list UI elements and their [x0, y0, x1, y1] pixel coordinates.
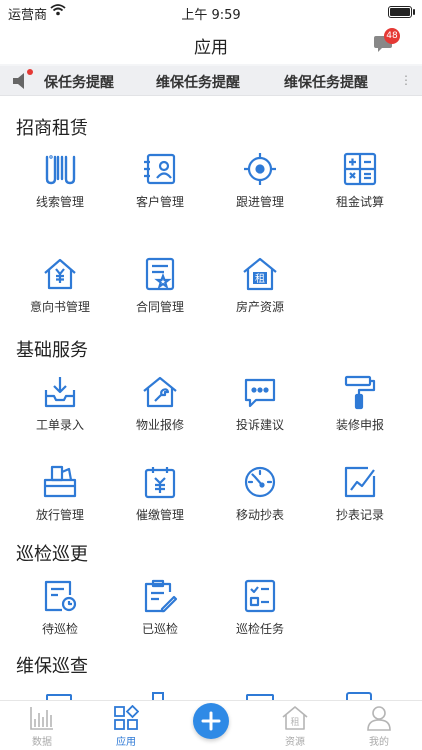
app-label: 装修申报 [335, 418, 384, 432]
app-pending-inspection[interactable]: 待巡检 [10, 578, 110, 637]
app-label: 房产资源 [235, 300, 284, 314]
app-follow-up[interactable]: 跟进管理 [210, 151, 310, 210]
app-label: 跟进管理 [235, 195, 284, 209]
app-intent-letter[interactable]: 意向书管理 [10, 256, 110, 315]
battery-tip [413, 9, 415, 15]
message-badge: 48 [384, 28, 400, 44]
chart-edit-icon [342, 464, 378, 500]
tab-label: 资源 [285, 737, 305, 748]
add-button[interactable] [193, 703, 229, 739]
app-completed-inspection[interactable]: 已巡检 [110, 578, 210, 637]
app-label: 投诉建议 [235, 418, 284, 432]
app-label: 待巡检 [41, 622, 78, 636]
app-label: 放行管理 [35, 508, 84, 522]
checklist-icon [242, 578, 278, 614]
notice-item: 维保任务提醒 [284, 75, 368, 91]
app-label: 巡检任务 [235, 622, 284, 636]
app-complaint[interactable]: 投诉建议 [210, 374, 310, 433]
app-label: 工单录入 [35, 418, 84, 432]
calculator-icon [342, 151, 378, 187]
bar-chart-icon [29, 705, 55, 731]
tab-label: 数据 [32, 737, 52, 748]
tab-resources[interactable]: 租 资源 [260, 703, 330, 748]
notice-item: 保任务提醒 [44, 75, 114, 91]
app-meter-reading[interactable]: 移动抄表 [210, 464, 310, 523]
clock-label: 上午 9:59 [181, 8, 241, 23]
tab-label: 我的 [369, 737, 389, 748]
repair-house-icon [142, 374, 178, 410]
app-lead-management[interactable]: 线索管理 [10, 151, 110, 210]
section-title-inspection: 巡检巡更 [16, 544, 88, 565]
rent-house-icon: 租 [242, 256, 278, 292]
nav-bar: 应用 [0, 24, 422, 64]
maintenance-icon-partial [346, 692, 372, 700]
box-icon [42, 464, 78, 500]
app-payment-reminder[interactable]: 催缴管理 [110, 464, 210, 523]
plus-icon [201, 711, 221, 731]
tab-apps[interactable]: 应用 [91, 703, 161, 748]
apps-grid-icon [113, 704, 140, 731]
lead-icon [42, 151, 78, 187]
page-title: 应用 [194, 38, 228, 58]
maintenance-icon-partial [152, 692, 164, 700]
status-bar: 运营商 上午 9:59 [0, 0, 422, 24]
person-icon [366, 705, 392, 731]
chat-icon [242, 374, 278, 410]
app-repair[interactable]: 物业报修 [110, 374, 210, 433]
notice-bar[interactable]: 保任务提醒 维保任务提醒 维保任务提醒 ⋮ [0, 66, 422, 96]
customer-icon [142, 151, 178, 187]
notice-item: 维保任务提醒 [156, 75, 240, 91]
tab-data[interactable]: 数据 [7, 703, 77, 748]
app-grid: 招商租赁 线索管理 客户管理 跟进管理 租金试算 意向书管理 合同管理 租 房产… [0, 96, 422, 700]
app-meter-records[interactable]: 抄表记录 [310, 464, 410, 523]
tab-mine[interactable]: 我的 [344, 703, 414, 748]
app-property-resources[interactable]: 租 房产资源 [210, 256, 310, 315]
app-label: 移动抄表 [235, 508, 284, 522]
app-label: 意向书管理 [29, 300, 90, 314]
app-label: 合同管理 [135, 300, 184, 314]
section-title-maintenance: 维保巡查 [16, 656, 88, 677]
target-icon [242, 151, 278, 187]
notice-dot [27, 69, 33, 75]
rent-house-icon: 租 [282, 705, 308, 731]
app-label: 已巡检 [141, 622, 178, 636]
section-title-leasing: 招商租赁 [16, 118, 88, 139]
clipboard-edit-icon [142, 578, 178, 614]
svg-text:租: 租 [255, 272, 265, 285]
app-label: 物业报修 [135, 418, 184, 432]
tab-label: 应用 [116, 737, 136, 748]
gauge-icon [242, 464, 278, 500]
contract-icon [142, 256, 178, 292]
battery-icon [388, 6, 412, 18]
app-decoration[interactable]: 装修申报 [310, 374, 410, 433]
app-label: 催缴管理 [135, 508, 184, 522]
app-label: 线索管理 [35, 195, 84, 209]
more-icon[interactable]: ⋮ [400, 73, 412, 87]
app-rent-calculator[interactable]: 租金试算 [310, 151, 410, 210]
app-work-order[interactable]: 工单录入 [10, 374, 110, 433]
speaker-icon [12, 72, 32, 94]
section-title-basic-services: 基础服务 [16, 340, 88, 361]
notice-track: 保任务提醒 维保任务提醒 维保任务提醒 [44, 66, 400, 96]
svg-text:租: 租 [290, 717, 299, 728]
calendar-yen-icon [142, 464, 178, 500]
app-contract-management[interactable]: 合同管理 [110, 256, 210, 315]
app-release[interactable]: 放行管理 [10, 464, 110, 523]
inbox-icon [42, 374, 78, 410]
app-customer-management[interactable]: 客户管理 [110, 151, 210, 210]
app-label: 客户管理 [135, 195, 184, 209]
app-label: 租金试算 [335, 195, 384, 209]
clock-list-icon [42, 578, 78, 614]
app-label: 抄表记录 [335, 508, 384, 522]
app-inspection-tasks[interactable]: 巡检任务 [210, 578, 310, 637]
paint-roller-icon [342, 374, 378, 410]
house-yen-icon [42, 256, 78, 292]
